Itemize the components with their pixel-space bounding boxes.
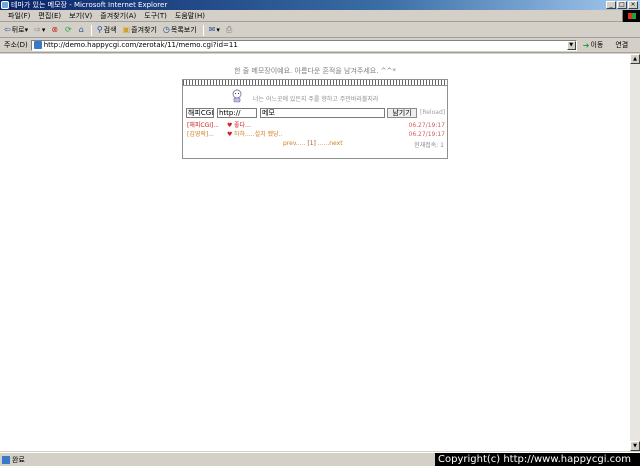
- prev-link[interactable]: prev.....: [283, 140, 305, 147]
- menu-help[interactable]: 도움말(H): [175, 11, 205, 21]
- refresh-button[interactable]: ⟳: [65, 26, 73, 34]
- go-button[interactable]: ➔ 이동: [583, 40, 604, 50]
- entry-author[interactable]: [해피CGI]...: [187, 121, 219, 130]
- toolbar-divider: [90, 24, 92, 36]
- back-label: 뒤로: [11, 26, 25, 34]
- address-label: 주소(D): [4, 41, 28, 49]
- menu-tools[interactable]: 도구(T): [144, 11, 167, 21]
- menu-edit[interactable]: 편집(E): [38, 11, 61, 21]
- status-page-icon: [2, 456, 10, 464]
- notebook-spiral: [183, 80, 447, 86]
- search-icon: ⚲: [96, 25, 103, 34]
- print-icon: ⎙: [225, 25, 233, 34]
- windows-logo-icon: [622, 10, 640, 22]
- url-input[interactable]: [217, 108, 257, 118]
- status-bar: 완료 Copyright(c) http://www.happycgi.com: [0, 452, 640, 466]
- address-input[interactable]: http://demo.happycgi.com/zerotak/11/memo…: [30, 39, 577, 51]
- menu-view[interactable]: 보기(V): [69, 11, 92, 21]
- ie-page-icon: [1, 1, 9, 9]
- back-dropdown-icon: ▾: [24, 26, 29, 34]
- copyright-banner: Copyright(c) http://www.happycgi.com: [435, 453, 640, 466]
- entry-message: 좋다...: [234, 122, 251, 129]
- stop-button[interactable]: ⊗: [51, 26, 59, 34]
- print-button[interactable]: ⎙: [226, 26, 233, 34]
- heart-icon: ♥: [227, 131, 233, 138]
- history-icon: ◷: [162, 25, 170, 34]
- memo-entry: [김영락]... ♥ 하하.....설치 했당.. 06.27/19:17: [187, 130, 445, 139]
- memo-entry: [해피CGI]... ♥ 좋다... 06.27/19:17: [187, 121, 445, 130]
- back-arrow-icon: ⇦: [4, 25, 11, 34]
- history-button[interactable]: ◷ 목록보기: [163, 25, 197, 35]
- close-icon[interactable]: ×: [628, 1, 638, 9]
- menu-favorites[interactable]: 즐겨찾기(A): [100, 11, 136, 21]
- standard-toolbar: ⇦ 뒤로 ▾ ⇨ ▾ ⊗ ⟳ ⌂ ⚲ 검색 ▣ 즐겨찾기 ◷ 목록보기 ✉ ▾ …: [0, 23, 640, 38]
- forward-arrow-icon: ⇨: [34, 25, 41, 34]
- memo-slogan: 너는 어느곳에 있든지 주를 향하고 주만바라볼지라: [253, 96, 379, 103]
- toolbar-divider: [202, 24, 204, 36]
- mascot-icon: [232, 89, 242, 103]
- mail-icon: ✉: [208, 25, 216, 34]
- page-icon: [33, 41, 42, 49]
- status-text: 완료: [12, 456, 25, 464]
- window-titlebar: 테마가 있는 메모장 - Microsoft Internet Explorer…: [0, 0, 640, 10]
- reload-link[interactable]: [Reload]: [420, 109, 445, 116]
- menu-bar: 파일(F) 편집(E) 보기(V) 즐겨찾기(A) 도구(T) 도움말(H): [0, 10, 640, 22]
- search-button[interactable]: ⚲ 검색: [97, 25, 117, 35]
- address-url: http://demo.happycgi.com/zerotak/11/memo…: [43, 41, 238, 49]
- go-arrow-icon: ➔: [582, 40, 590, 50]
- refresh-icon: ⟳: [65, 25, 72, 34]
- scroll-up-icon[interactable]: ▲: [630, 54, 640, 64]
- memo-board: 너는 어느곳에 있든지 주를 향하고 주만바라볼지라 남기기 [Reload] …: [182, 79, 448, 159]
- address-dropdown-icon[interactable]: ▼: [566, 40, 576, 50]
- entry-message: 하하.....설치 했당..: [234, 131, 283, 138]
- stop-icon: ⊗: [51, 25, 59, 34]
- forward-button[interactable]: ⇨ ▾: [34, 25, 46, 35]
- mail-dropdown-icon: ▾: [216, 26, 220, 34]
- vertical-scrollbar[interactable]: ▲ ▼: [630, 54, 640, 451]
- pagination: prev..... [1] ......next: [283, 140, 343, 147]
- home-icon: ⌂: [78, 25, 84, 34]
- entry-date: 06.27/19:17: [408, 131, 446, 138]
- memo-form: 남기기 [Reload]: [186, 108, 446, 118]
- forward-dropdown-icon: ▾: [41, 26, 46, 34]
- submit-button[interactable]: 남기기: [387, 108, 417, 118]
- memo-input[interactable]: [260, 108, 385, 118]
- links-button[interactable]: 연결: [615, 40, 628, 50]
- maximize-icon[interactable]: □: [617, 1, 627, 9]
- back-button[interactable]: ⇦ 뒤로 ▾: [4, 25, 28, 35]
- address-bar: 주소(D) http://demo.happycgi.com/zerotak/1…: [0, 38, 640, 53]
- go-label: 이동: [590, 41, 604, 49]
- menu-file[interactable]: 파일(F): [8, 11, 30, 21]
- next-link[interactable]: ......next: [318, 140, 343, 147]
- history-label: 목록보기: [170, 26, 197, 34]
- heart-icon: ♥: [227, 122, 233, 129]
- page-current[interactable]: [1]: [307, 140, 316, 147]
- favorites-folder-icon: ▣: [122, 25, 131, 34]
- window-controls: _ □ ×: [606, 1, 638, 9]
- name-input[interactable]: [186, 108, 214, 118]
- window-title: 테마가 있는 메모장 - Microsoft Internet Explorer: [11, 1, 168, 9]
- mail-button[interactable]: ✉ ▾: [208, 25, 220, 35]
- favorites-button[interactable]: ▣ 즐겨찾기: [123, 25, 157, 35]
- page-headline: 한 줄 메모장이예요. 아름다운 흔적을 남겨주세요. ^^*: [234, 67, 396, 75]
- page-viewport: 한 줄 메모장이예요. 아름다운 흔적을 남겨주세요. ^^* 너는 어느곳에 …: [0, 54, 630, 451]
- minimize-icon[interactable]: _: [606, 1, 616, 9]
- search-label: 검색: [103, 26, 117, 34]
- scroll-down-icon[interactable]: ▼: [630, 441, 640, 451]
- home-button[interactable]: ⌂: [79, 26, 85, 34]
- online-count: 현재접속: 1: [414, 142, 444, 149]
- favorites-label: 즐겨찾기: [131, 26, 157, 34]
- entry-author[interactable]: [김영락]...: [187, 130, 214, 139]
- entry-date: 06.27/19:17: [408, 122, 446, 129]
